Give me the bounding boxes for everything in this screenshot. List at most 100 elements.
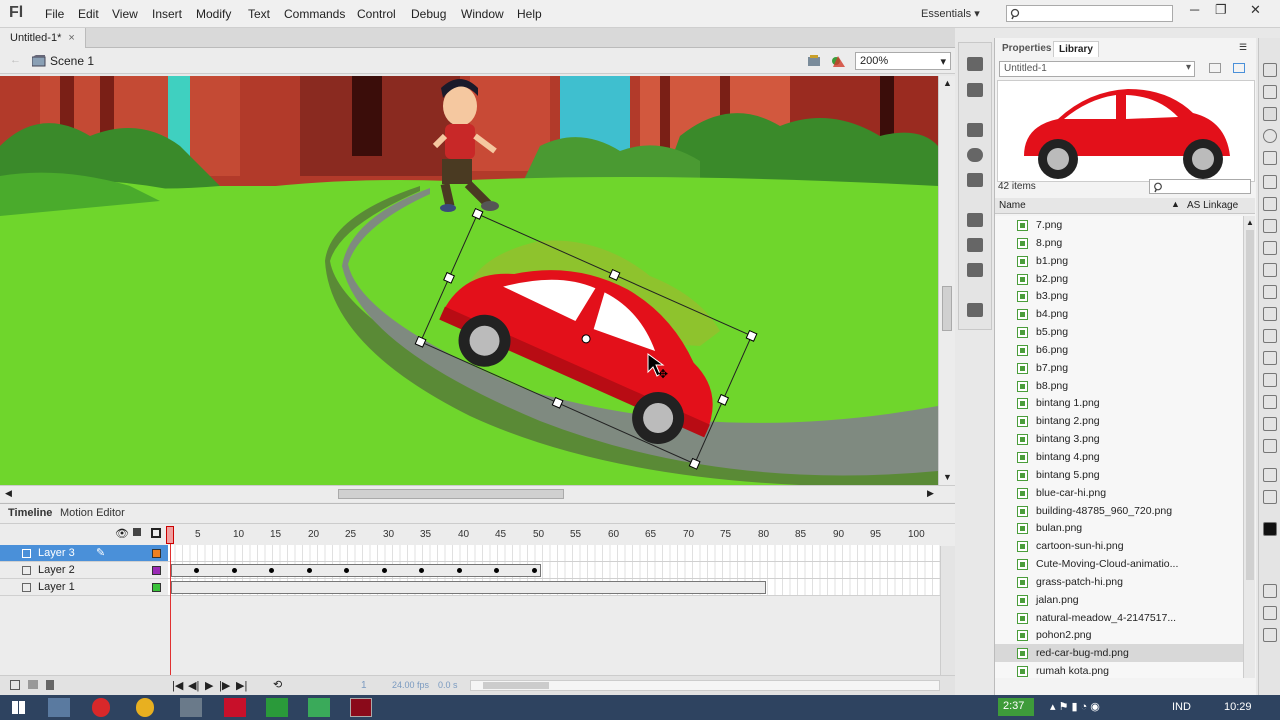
- lasso-tool-icon[interactable]: [1263, 151, 1277, 165]
- library-item[interactable]: bulan.png: [995, 519, 1243, 537]
- scroll-thumb[interactable]: [483, 682, 549, 689]
- column-linkage[interactable]: AS Linkage: [1187, 200, 1238, 211]
- step-back-icon[interactable]: ◀|: [188, 679, 199, 692]
- zoom-select[interactable]: 200% ▾: [855, 52, 951, 70]
- scroll-left-icon[interactable]: ◀: [5, 488, 12, 499]
- stage-horizontal-scrollbar[interactable]: ◀ ▶: [0, 485, 955, 502]
- keyframe[interactable]: [419, 568, 424, 573]
- downloader-icon[interactable]: [224, 698, 246, 717]
- menu-commands[interactable]: Commands: [284, 7, 345, 21]
- new-folder-icon[interactable]: [28, 680, 38, 689]
- zoom-tool-icon[interactable]: [1263, 439, 1277, 453]
- hand-tool-icon[interactable]: [1263, 417, 1277, 431]
- library-item[interactable]: blue-car-hi.png: [995, 484, 1243, 502]
- library-item[interactable]: 7.png: [995, 216, 1243, 234]
- color-swatch[interactable]: [152, 549, 161, 558]
- info-icon[interactable]: [967, 148, 983, 162]
- tab-motion-editor[interactable]: Motion Editor: [60, 507, 125, 519]
- library-item[interactable]: bintang 5.png: [995, 466, 1243, 484]
- file-explorer-icon[interactable]: [48, 698, 70, 717]
- library-item[interactable]: b3.png: [995, 287, 1243, 305]
- current-frame[interactable]: 1: [361, 680, 367, 691]
- deco-tool-icon[interactable]: [1263, 307, 1277, 321]
- close-tab-icon[interactable]: ×: [68, 32, 74, 44]
- fill-color-icon[interactable]: [1263, 490, 1277, 504]
- scroll-up-icon[interactable]: ▲: [943, 78, 952, 88]
- delete-icon[interactable]: [46, 680, 54, 690]
- menu-edit[interactable]: Edit: [78, 7, 99, 21]
- fps-value[interactable]: 24.00 fps: [392, 680, 429, 690]
- brush-tool-icon[interactable]: [1263, 285, 1277, 299]
- stage-canvas[interactable]: ✥: [0, 76, 938, 485]
- pencil-tool-icon[interactable]: [1263, 263, 1277, 277]
- library-document-select[interactable]: Untitled-1 ▾: [999, 61, 1195, 77]
- keyframe[interactable]: [306, 568, 312, 573]
- keyframe[interactable]: [344, 568, 349, 573]
- panel-menu-icon[interactable]: ☰: [1239, 42, 1247, 53]
- color-swatch[interactable]: [152, 566, 161, 575]
- clock[interactable]: 10:29: [1224, 701, 1252, 713]
- library-item[interactable]: b2.png: [995, 270, 1243, 288]
- library-item[interactable]: cartoon-sun-hi.png: [995, 537, 1243, 555]
- timeline-vscroll[interactable]: [940, 546, 955, 678]
- play-icon[interactable]: ▶: [205, 679, 213, 692]
- back-arrow-icon[interactable]: ←: [10, 54, 21, 66]
- outline-icon[interactable]: [151, 528, 161, 538]
- stroke-color-icon[interactable]: [1263, 468, 1277, 482]
- library-item[interactable]: building-48785_960_720.png: [995, 502, 1243, 520]
- keyframe[interactable]: [456, 568, 462, 573]
- library-item[interactable]: b5.png: [995, 323, 1243, 341]
- snap-magnet-icon[interactable]: [1263, 584, 1277, 598]
- camtasia-icon[interactable]: [266, 698, 288, 717]
- stage-vertical-scrollbar[interactable]: ▲ ▼: [938, 76, 955, 485]
- library-item[interactable]: natural-meadow_4-2147517...: [995, 609, 1243, 627]
- tab-library[interactable]: Library: [1053, 41, 1099, 57]
- frames-layer-3[interactable]: [168, 545, 940, 562]
- flash-app-icon[interactable]: [350, 698, 372, 717]
- camtasia-recorder-icon[interactable]: [308, 698, 330, 717]
- code-snippets-icon[interactable]: [967, 213, 983, 227]
- layer-row-2[interactable]: Layer 2: [0, 562, 168, 579]
- bone-tool-icon[interactable]: [1263, 329, 1277, 343]
- keyframe[interactable]: [231, 568, 237, 573]
- smooth-icon[interactable]: [1263, 606, 1277, 620]
- new-layer-icon[interactable]: [10, 680, 20, 690]
- library-item[interactable]: b6.png: [995, 341, 1243, 359]
- frames-layer-2[interactable]: [168, 562, 940, 579]
- timeline-hscroll[interactable]: [470, 680, 940, 691]
- library-item[interactable]: bintang 2.png: [995, 412, 1243, 430]
- lock-icon[interactable]: [133, 528, 141, 536]
- keyframe[interactable]: [381, 568, 387, 573]
- playhead[interactable]: [170, 526, 171, 678]
- transform-icon[interactable]: [967, 173, 983, 187]
- sort-icon[interactable]: ▲: [1171, 199, 1180, 209]
- free-transform-tool-icon[interactable]: [1263, 107, 1277, 121]
- language-indicator[interactable]: IND: [1172, 701, 1191, 713]
- menu-text[interactable]: Text: [248, 7, 270, 21]
- battery-badge[interactable]: 2:37: [998, 698, 1034, 716]
- timeline-ruler[interactable]: 5 10 15 20 25 30 35 40 45 50 55 60 65 70…: [168, 524, 940, 546]
- rectangle-tool-icon[interactable]: [1263, 241, 1277, 255]
- scroll-thumb[interactable]: [338, 489, 564, 499]
- windows-start-icon[interactable]: [12, 701, 25, 714]
- library-item[interactable]: bintang 1.png: [995, 394, 1243, 412]
- library-search-input[interactable]: [1149, 179, 1251, 194]
- help-search-input[interactable]: [1006, 5, 1173, 22]
- app-icon[interactable]: [180, 698, 202, 717]
- 3d-rotation-tool-icon[interactable]: [1263, 129, 1277, 143]
- menu-insert[interactable]: Insert: [152, 7, 182, 21]
- frames-layer-1[interactable]: [168, 579, 940, 596]
- color-panel-icon[interactable]: [967, 57, 983, 71]
- library-item[interactable]: jalan.png: [995, 591, 1243, 609]
- last-frame-icon[interactable]: ▶|: [236, 679, 247, 692]
- menu-help[interactable]: Help: [517, 7, 542, 21]
- keyframe[interactable]: [494, 568, 499, 573]
- tab-properties[interactable]: Properties: [997, 41, 1056, 57]
- menu-window[interactable]: Window: [461, 7, 504, 21]
- minimize-button[interactable]: ─: [1190, 2, 1199, 17]
- scroll-down-icon[interactable]: ▼: [943, 472, 952, 482]
- subselection-tool-icon[interactable]: [1263, 85, 1277, 99]
- text-tool-icon[interactable]: [1263, 197, 1277, 211]
- step-forward-icon[interactable]: |▶: [219, 679, 230, 692]
- new-library-icon[interactable]: [1233, 63, 1245, 73]
